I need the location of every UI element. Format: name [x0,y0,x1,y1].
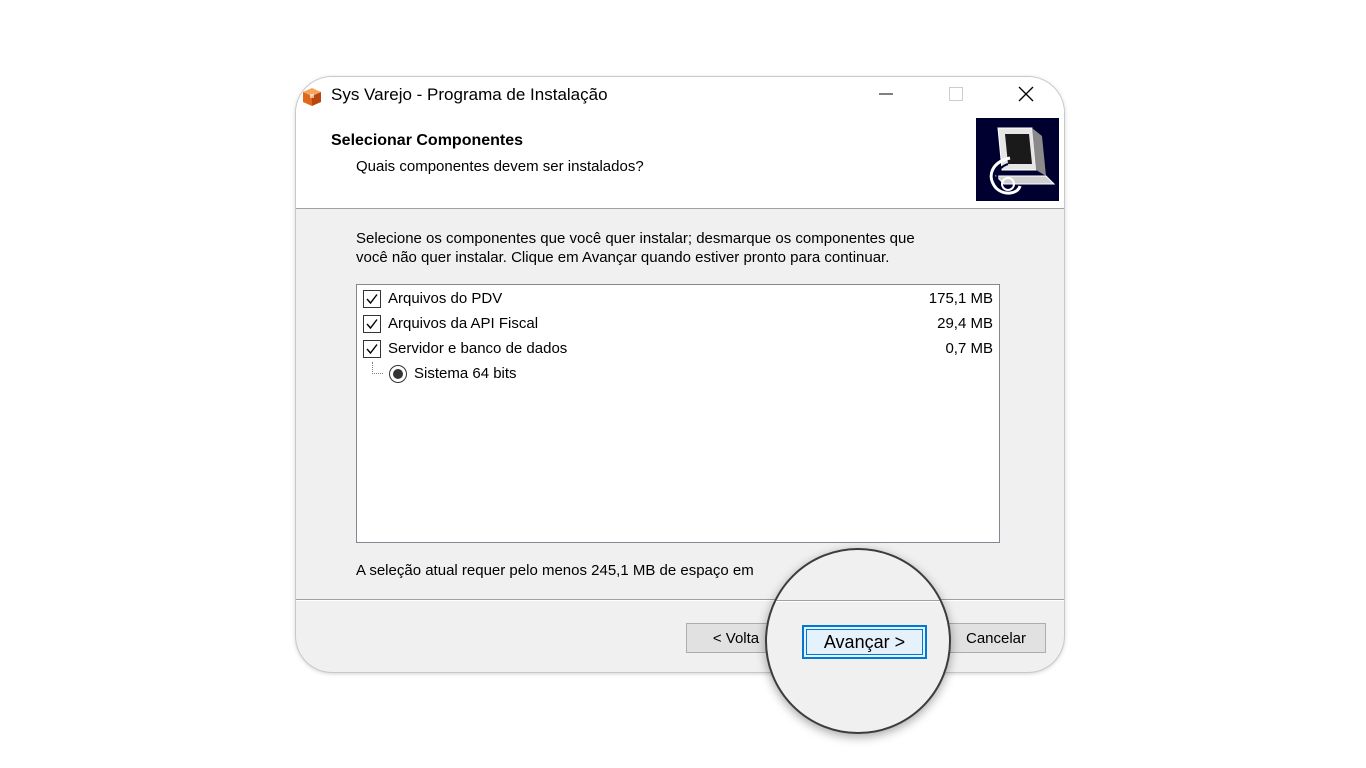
close-button[interactable] [994,77,1058,115]
component-item-api-fiscal[interactable]: Arquivos da API Fiscal 29,4 MB [357,312,999,336]
window-title: Sys Varejo - Programa de Instalação [331,85,608,104]
sub-option-label: Sistema 64 bits [414,365,517,382]
instructions-text: Selecione os componentes que você quer i… [356,229,996,267]
sub-option-64-bits[interactable]: Sistema 64 bits [357,362,999,386]
close-icon [1018,86,1034,107]
wizard-computer-icon [976,118,1059,201]
instructions-line-2: você não quer instalar. Clique em Avança… [356,249,890,266]
component-label: Arquivos do PDV [388,290,503,307]
component-size: 175,1 MB [928,290,993,307]
component-item-pdv[interactable]: Arquivos do PDV 175,1 MB [357,287,999,311]
minimize-button[interactable] [854,77,918,115]
checkbox-api-fiscal[interactable] [363,315,381,333]
next-button[interactable]: Avançar > [802,625,927,659]
component-item-servidor[interactable]: Servidor e banco de dados 0,7 MB [357,337,999,361]
page-subtitle: Quais componentes devem ser instalados? [356,158,644,175]
tree-connector [372,362,383,374]
component-size: 0,7 MB [945,340,993,357]
page-title: Selecionar Componentes [331,132,524,149]
radio-64-bits[interactable] [389,365,407,383]
focus-ring [806,629,923,655]
minimize-icon [879,87,893,106]
maximize-button [924,77,988,115]
component-label: Arquivos da API Fiscal [388,315,539,332]
title-bar[interactable]: Sys Varejo - Programa de Instalação [296,77,1064,115]
component-label: Servidor e banco de dados [388,340,568,357]
app-icon [301,86,323,108]
instructions-line-1: Selecione os componentes que você quer i… [356,230,915,247]
disk-space-requirement: A seleção atual requer pelo menos 245,1 … [356,562,754,579]
components-list[interactable]: Arquivos do PDV 175,1 MB Arquivos da API… [356,284,1000,543]
checkmark-icon [366,294,378,305]
cancel-button[interactable]: Cancelar [946,623,1046,653]
component-size: 29,4 MB [937,315,993,332]
checkbox-pdv[interactable] [363,290,381,308]
magnified-footer-divider [767,600,949,602]
checkbox-servidor[interactable] [363,340,381,358]
maximize-icon [949,86,963,106]
installer-window: Sys Varejo - Programa de Instalação Sele… [296,77,1064,672]
radio-selected-dot [393,369,403,379]
checkmark-icon [366,344,378,355]
checkmark-icon [366,319,378,330]
wizard-header: Selecionar Componentes Quais componentes… [296,115,1064,209]
magnifier-callout: Avançar > [765,548,951,734]
